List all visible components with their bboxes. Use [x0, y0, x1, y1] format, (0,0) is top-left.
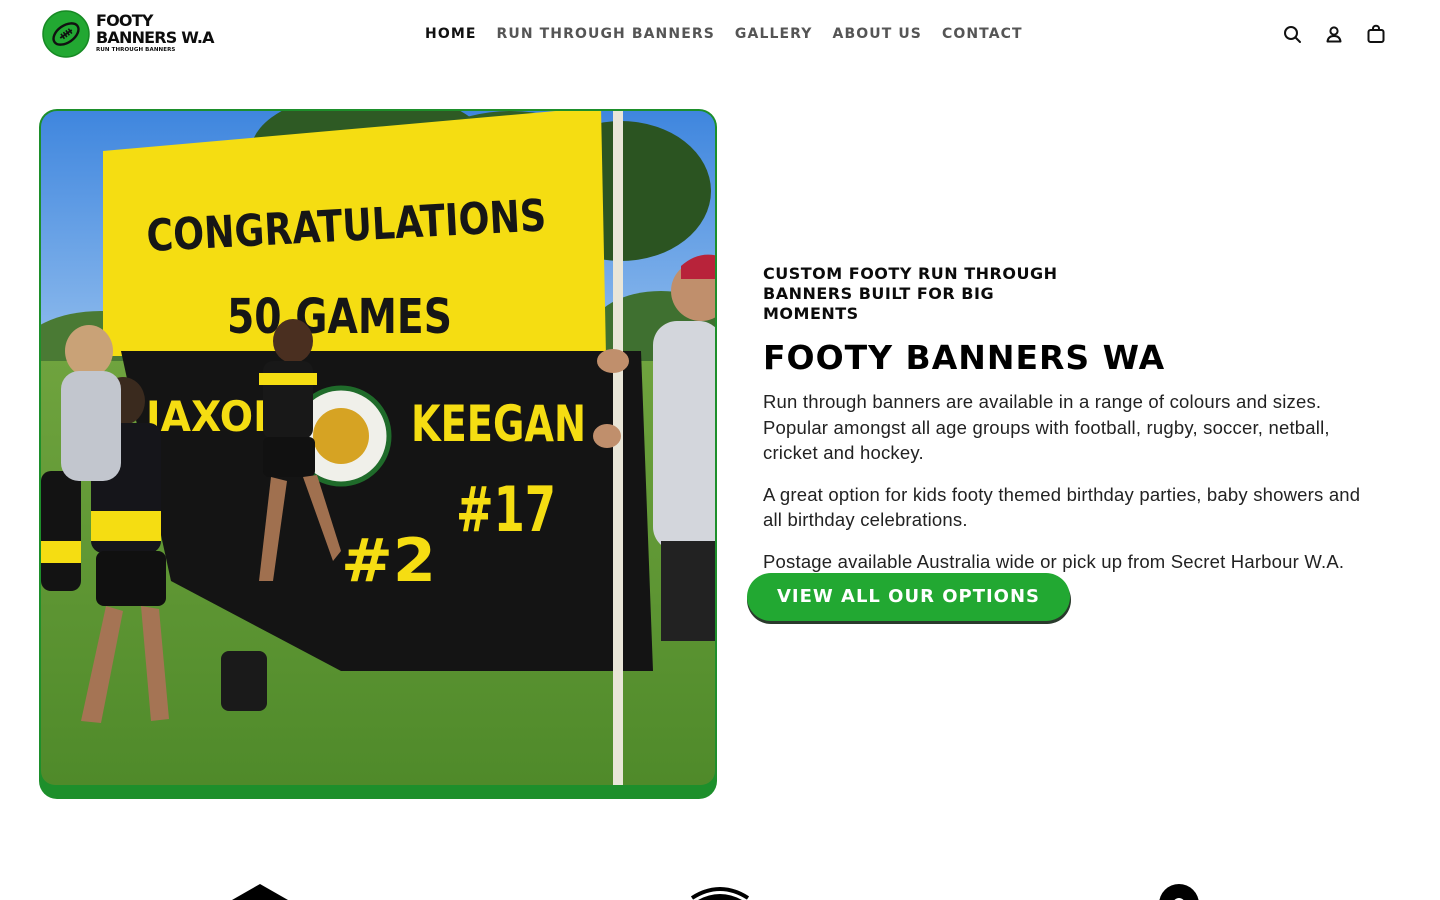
- badge-icon: [1159, 884, 1199, 900]
- header-actions: [1262, 22, 1388, 46]
- hero-paragraph-2: A great option for kids footy themed bir…: [763, 483, 1361, 531]
- nav-home[interactable]: HOME: [425, 24, 477, 44]
- logo-line-1: FOOTY: [96, 11, 153, 30]
- hero-copy: CUSTOM FOOTY RUN THROUGH BANNERS BUILT F…: [763, 264, 1393, 574]
- banner-text-name-right: KEEGAN: [411, 395, 586, 453]
- hero-photo: CONGRATULATIONS 50 GAMES JAXON KEEGAN #1…: [41, 111, 715, 785]
- football-logo-icon: [42, 10, 90, 58]
- logo-wordmark: FOOTY BANNERS W.A RUN THROUGH BANNERS: [96, 11, 215, 53]
- logo-line-2: BANNERS W.A: [96, 28, 215, 47]
- hero-paragraph-1: Run through banners are available in a r…: [763, 391, 1330, 463]
- nav-run-through-banners[interactable]: RUN THROUGH BANNERS: [497, 24, 715, 44]
- hero-title: FOOTY BANNERS WA: [763, 338, 1166, 377]
- shield-icon: [690, 887, 750, 900]
- hero-image-frame: CONGRATULATIONS 50 GAMES JAXON KEEGAN #1…: [39, 109, 717, 799]
- nav-contact[interactable]: CONTACT: [942, 24, 1023, 44]
- account-icon[interactable]: [1322, 22, 1346, 46]
- hero-paragraph-3: Postage available Australia wide or pick…: [763, 550, 1345, 572]
- nav-about-us[interactable]: ABOUT US: [833, 24, 922, 44]
- cta-wrapper: VIEW ALL OUR OPTIONS: [747, 573, 1071, 624]
- house-icon: [232, 884, 288, 900]
- site-logo[interactable]: FOOTY BANNERS W.A RUN THROUGH BANNERS: [42, 10, 217, 58]
- banner-text-number-left: #2: [341, 526, 436, 596]
- site-header: FOOTY BANNERS W.A RUN THROUGH BANNERS HO…: [0, 0, 1440, 68]
- main-nav: HOME RUN THROUGH BANNERS GALLERY ABOUT U…: [425, 24, 1043, 44]
- banner-text-games: 50 GAMES: [227, 289, 452, 345]
- banner-text-number-right: #17: [456, 473, 556, 546]
- view-all-options-button[interactable]: VIEW ALL OUR OPTIONS: [747, 573, 1070, 621]
- logo-tagline: RUN THROUGH BANNERS: [96, 47, 176, 53]
- search-icon[interactable]: [1280, 22, 1304, 46]
- hero-eyebrow: CUSTOM FOOTY RUN THROUGH BANNERS BUILT F…: [763, 264, 1058, 323]
- nav-gallery[interactable]: GALLERY: [735, 24, 813, 44]
- cart-icon[interactable]: [1364, 22, 1388, 46]
